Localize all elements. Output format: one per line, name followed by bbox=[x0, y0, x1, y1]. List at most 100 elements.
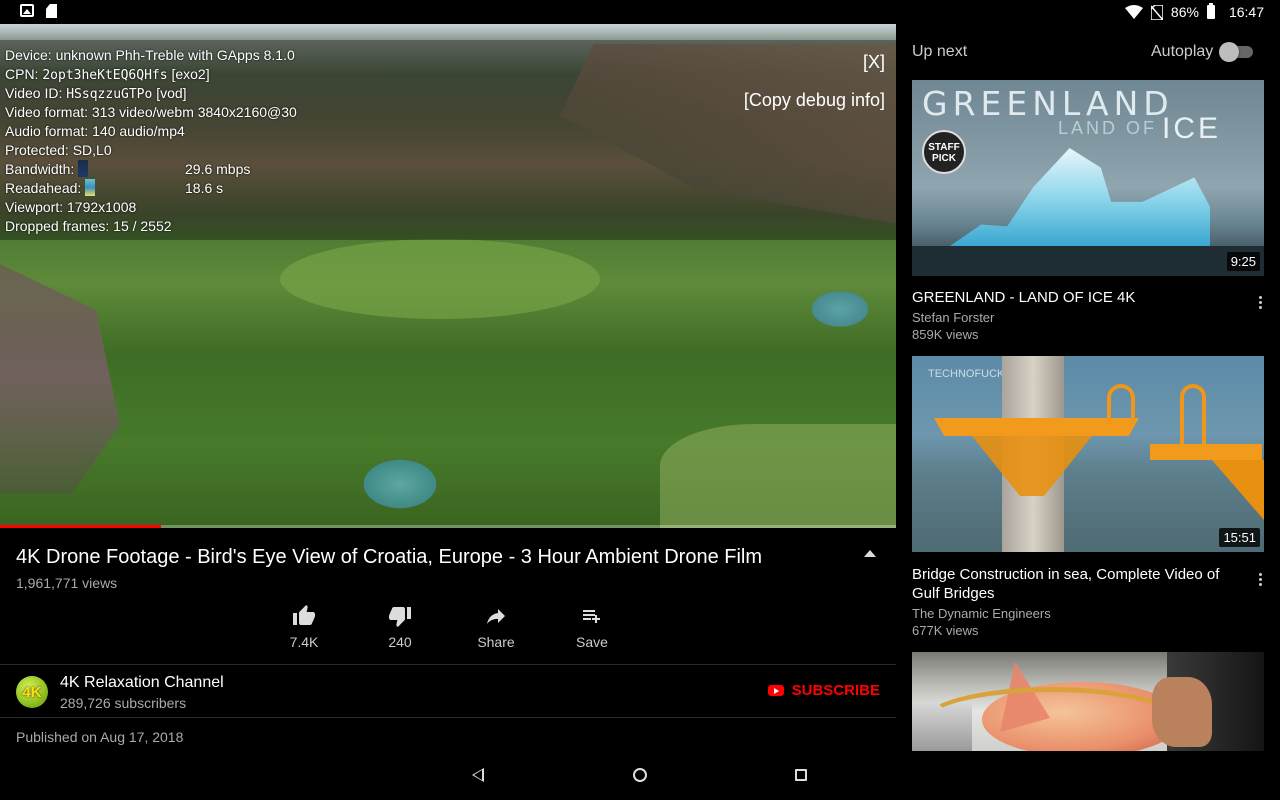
debug-cpn-label: CPN: bbox=[5, 66, 43, 82]
more-options-icon[interactable] bbox=[1259, 296, 1263, 311]
save-button[interactable]: Save bbox=[544, 604, 640, 652]
share-label: Share bbox=[477, 634, 515, 650]
channel-watermark: TECHNOFUCKS bbox=[928, 368, 1012, 380]
up-next-thumbnail[interactable]: GREENLAND LAND OF ICE STAFF PICK 9:25 bbox=[912, 80, 1264, 276]
hose-image bbox=[922, 687, 1182, 751]
wifi-icon bbox=[1124, 5, 1143, 19]
video-player[interactable]: Device: unknown Phh-Treble with GApps 8.… bbox=[0, 24, 896, 528]
video-duration: 15:51 bbox=[1219, 528, 1260, 547]
debug-close-button[interactable]: [X] bbox=[863, 52, 885, 73]
hand-image bbox=[1152, 677, 1212, 747]
battery-percent: 86% bbox=[1170, 4, 1199, 20]
save-label: Save bbox=[576, 634, 608, 650]
progress-bar-fill bbox=[0, 525, 162, 528]
publish-date: Published on Aug 17, 2018 bbox=[16, 729, 184, 745]
debug-overlay: Device: unknown Phh-Treble with GApps 8.… bbox=[5, 46, 297, 236]
video-duration: 9:25 bbox=[1226, 252, 1260, 271]
up-next-heading: Up next bbox=[912, 43, 968, 60]
action-bar: 7.4K 240 Share Save bbox=[256, 604, 640, 652]
crane-truss-image bbox=[1150, 444, 1262, 460]
debug-viewport: Viewport: 1792x1008 bbox=[5, 199, 137, 215]
debug-audio-format: Audio format: 140 audio/mp4 bbox=[5, 123, 185, 139]
debug-readahead: Readahead: 18.6 s bbox=[5, 179, 297, 198]
crane-gantry-image bbox=[1180, 384, 1206, 444]
up-next-channel: Stefan Forster bbox=[912, 310, 995, 325]
autoplay-toggle[interactable] bbox=[1219, 42, 1253, 62]
back-icon[interactable] bbox=[472, 768, 484, 782]
dislike-button[interactable]: 240 bbox=[352, 604, 448, 652]
thumbs-down-icon bbox=[389, 607, 411, 627]
playlist-add-icon bbox=[583, 610, 600, 623]
debug-dropped-frames: Dropped frames: 15 / 2552 bbox=[5, 218, 172, 234]
debug-readahead-value: 18.6 s bbox=[185, 180, 224, 196]
battery-icon bbox=[1206, 3, 1215, 19]
thumbnail-text: ICE bbox=[1162, 112, 1222, 145]
crane-arm-image bbox=[1212, 460, 1264, 520]
bandwidth-graph bbox=[78, 160, 89, 177]
status-system: 86% 16:47 bbox=[1124, 3, 1264, 20]
more-options-icon[interactable] bbox=[1259, 573, 1263, 588]
status-bar: 86% 16:47 bbox=[0, 0, 1280, 24]
up-next-channel: The Dynamic Engineers bbox=[912, 606, 1051, 621]
divider bbox=[0, 664, 896, 665]
thumbs-up-icon bbox=[293, 605, 315, 625]
debug-video-id-label: Video ID: bbox=[5, 85, 67, 101]
home-icon[interactable] bbox=[633, 768, 647, 782]
sd-card-icon bbox=[46, 4, 57, 18]
debug-device: Device: unknown Phh-Treble with GApps 8.… bbox=[5, 47, 295, 63]
debug-video-id: Video ID: HSsqzzuGTPo [vod] bbox=[5, 84, 297, 103]
autoplay-label: Autoplay bbox=[1151, 43, 1214, 60]
debug-bandwidth-value: 29.6 mbps bbox=[185, 161, 251, 177]
video-frame-meadow bbox=[280, 239, 600, 319]
up-next-title[interactable]: Bridge Construction in sea, Complete Vid… bbox=[912, 565, 1247, 603]
subscriber-count: 289,726 subscribers bbox=[60, 695, 187, 711]
debug-video-id-suffix: [vod] bbox=[152, 85, 187, 101]
share-button[interactable]: Share bbox=[448, 604, 544, 652]
collapse-description-icon[interactable] bbox=[864, 550, 876, 557]
up-next-views: 859K views bbox=[912, 327, 979, 342]
readahead-graph bbox=[85, 179, 96, 196]
recent-apps-icon[interactable] bbox=[795, 769, 807, 781]
view-count: 1,961,771 views bbox=[16, 575, 118, 591]
channel-avatar[interactable]: 4K bbox=[16, 676, 48, 708]
progress-bar[interactable] bbox=[0, 525, 896, 528]
up-next-thumbnail[interactable]: TECHNOFUCKS 15:51 bbox=[912, 356, 1264, 552]
subscribe-label: SUBSCRIBE bbox=[791, 682, 880, 699]
video-frame-left-cliff bbox=[0, 264, 120, 494]
clock: 16:47 bbox=[1228, 4, 1264, 20]
up-next-title[interactable]: GREENLAND - LAND OF ICE 4K bbox=[912, 288, 1247, 307]
divider bbox=[0, 717, 896, 718]
dislike-count: 240 bbox=[388, 634, 412, 650]
up-next-views: 677K views bbox=[912, 623, 979, 638]
channel-name[interactable]: 4K Relaxation Channel bbox=[60, 674, 224, 692]
debug-bandwidth-label: Bandwidth: bbox=[5, 161, 75, 177]
crane-arm-image bbox=[972, 436, 1092, 496]
no-sim-icon bbox=[1150, 4, 1163, 20]
share-icon bbox=[487, 609, 505, 624]
video-frame-meadow-2 bbox=[660, 424, 896, 528]
copy-debug-info-button[interactable]: [Copy debug info] bbox=[744, 90, 885, 111]
debug-cpn-value: 2opt3heKtEQ6QHfs bbox=[42, 68, 168, 83]
up-next-thumbnail[interactable] bbox=[912, 652, 1264, 751]
sea-image bbox=[912, 246, 1264, 276]
debug-video-id-value: HSsqzzuGTPo bbox=[66, 87, 153, 102]
debug-cpn: CPN: 2opt3heKtEQ6QHfs [exo2] bbox=[5, 65, 297, 84]
status-notifications bbox=[20, 4, 57, 18]
like-count: 7.4K bbox=[289, 634, 319, 650]
iceberg-image bbox=[950, 148, 1210, 246]
like-button[interactable]: 7.4K bbox=[256, 604, 352, 652]
subscribe-button[interactable]: SUBSCRIBE bbox=[767, 682, 880, 699]
autoplay-toggle-knob bbox=[1219, 42, 1239, 62]
image-icon bbox=[20, 4, 34, 17]
crane-gantry-image bbox=[1107, 384, 1135, 424]
video-title: 4K Drone Footage - Bird's Eye View of Cr… bbox=[16, 546, 763, 568]
debug-readahead-label: Readahead: bbox=[5, 180, 82, 196]
debug-bandwidth: Bandwidth: 29.6 mbps bbox=[5, 160, 297, 179]
debug-protected: Protected: SD,L0 bbox=[5, 142, 112, 158]
debug-cpn-suffix: [exo2] bbox=[167, 66, 210, 82]
debug-video-format: Video format: 313 video/webm 3840x2160@3… bbox=[5, 104, 297, 120]
youtube-logo-icon bbox=[767, 685, 784, 696]
staff-pick-badge: STAFF PICK bbox=[922, 130, 966, 174]
thumbnail-text: LAND OF bbox=[1058, 118, 1158, 138]
navigation-bar bbox=[0, 752, 1280, 800]
